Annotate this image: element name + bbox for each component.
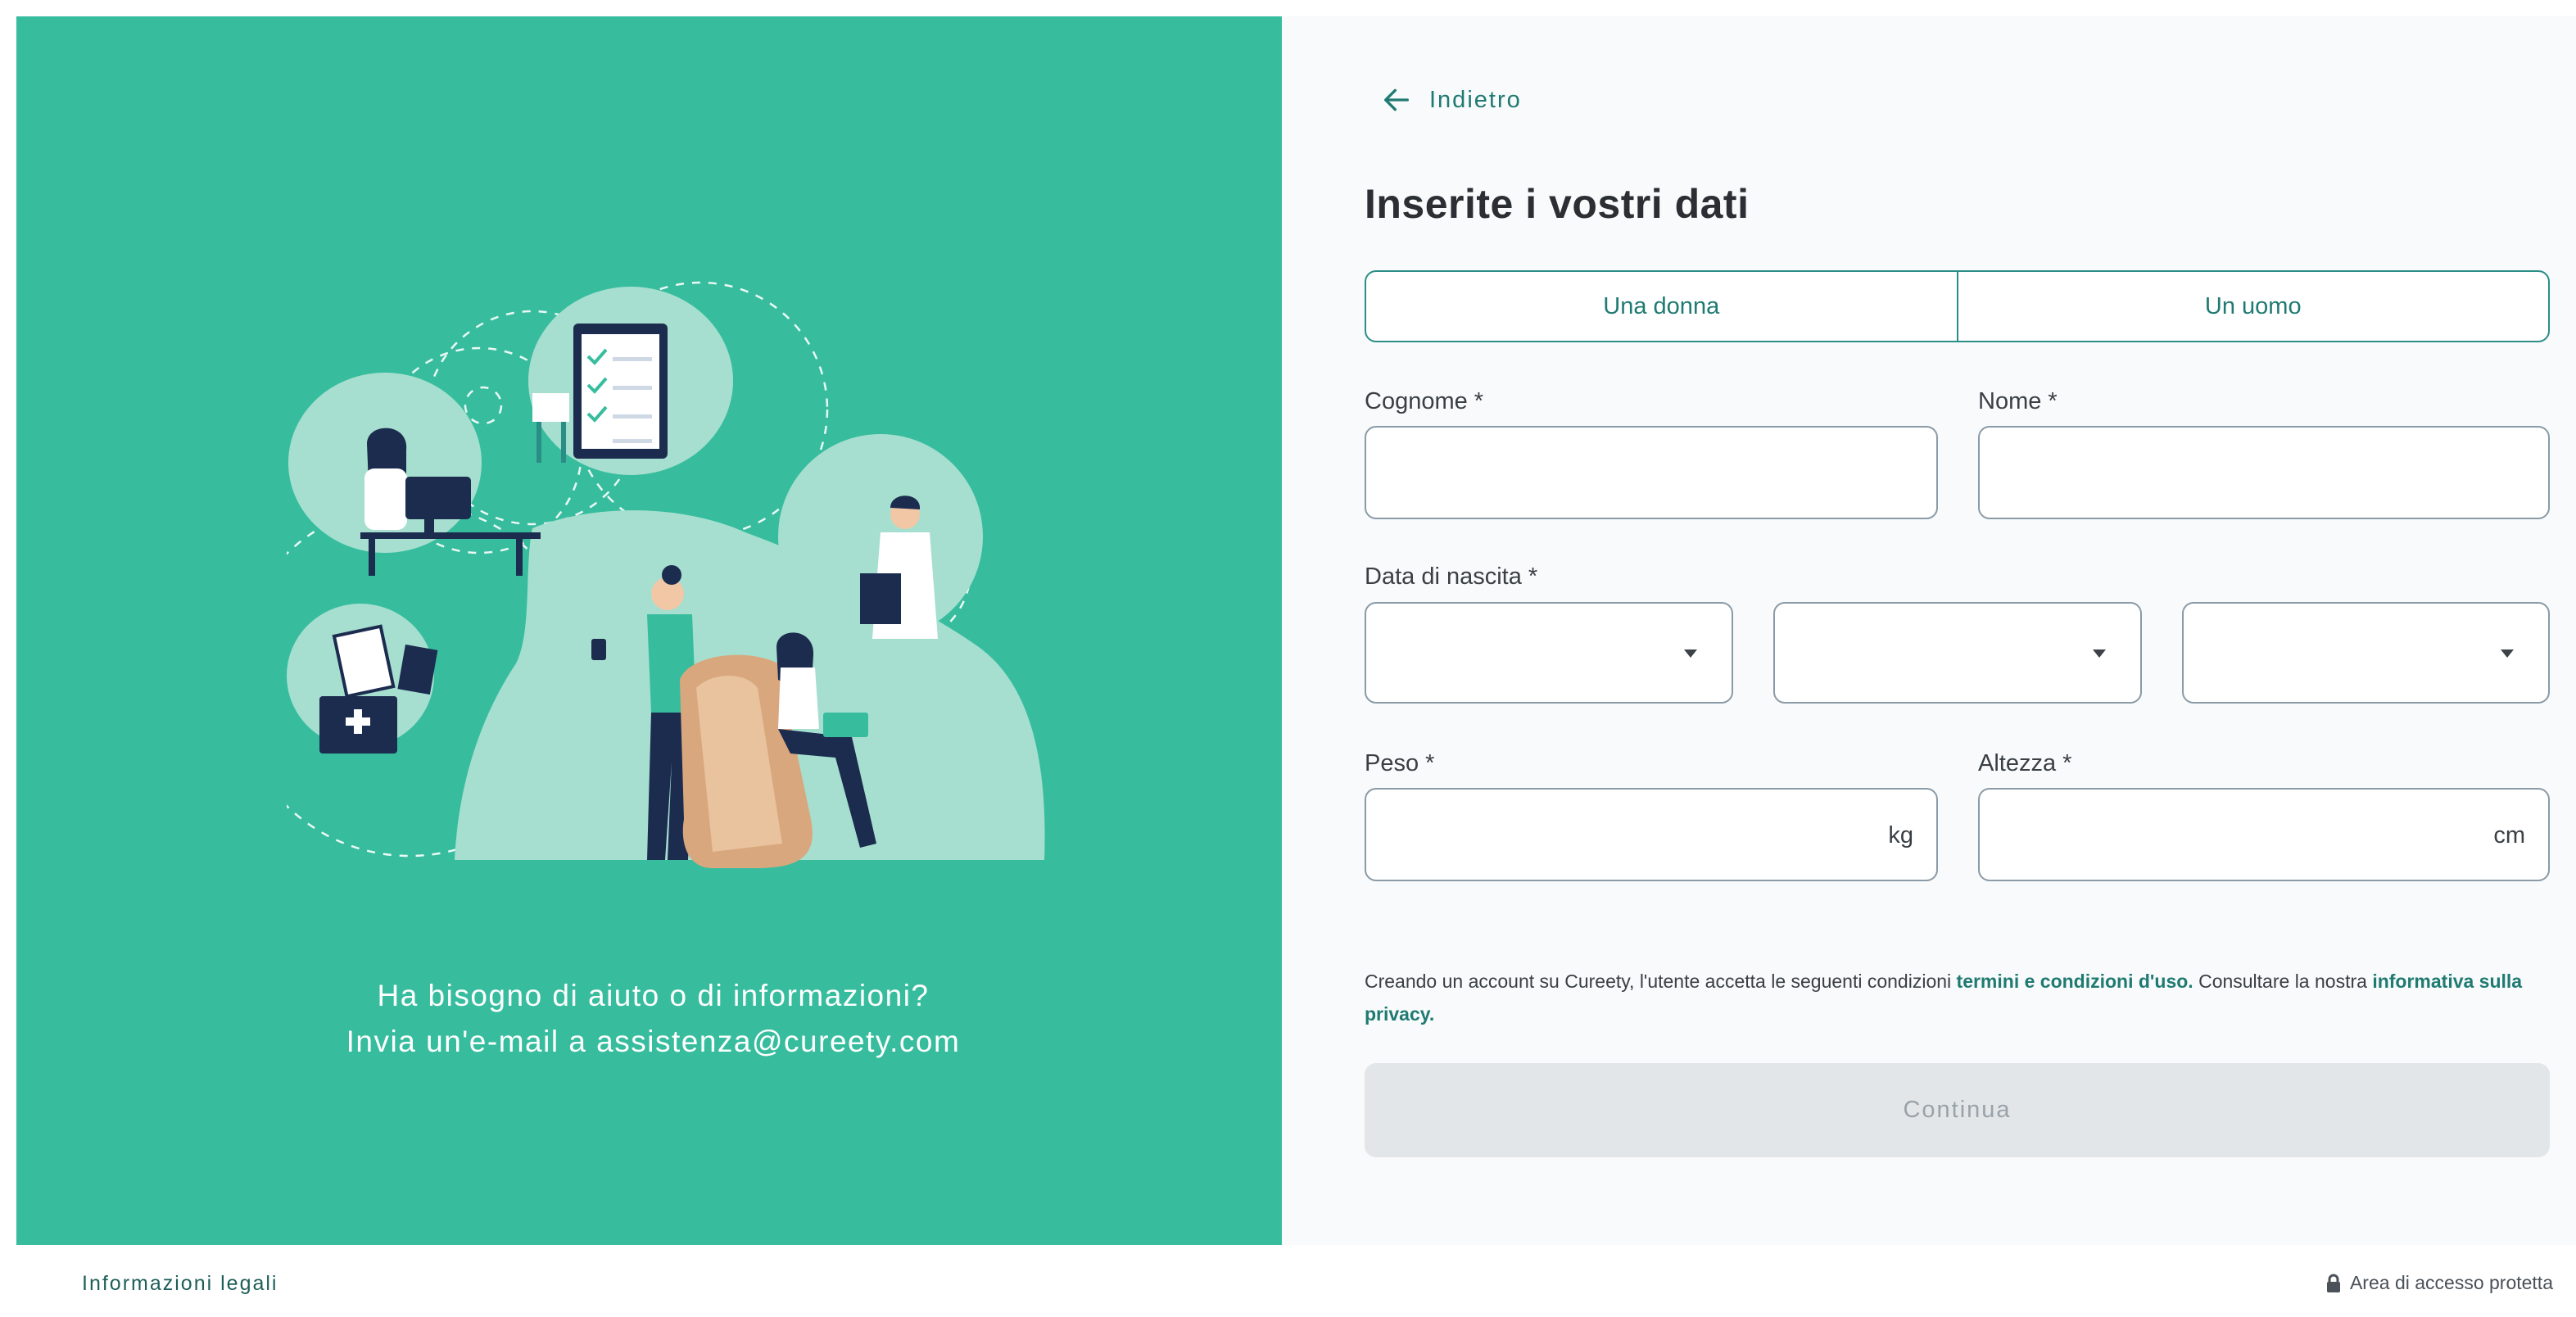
help-line-1: Ha bisogno di aiuto o di informazioni? (377, 979, 930, 1012)
terms-link[interactable]: termini e condizioni d'uso. (1957, 971, 2193, 992)
birth-day-select[interactable] (1365, 602, 1733, 704)
birthdate-label: Data di nascita * (1365, 563, 1538, 590)
terms-prefix: Creando un account su Cureety, l'utente … (1365, 971, 1957, 992)
weight-label: Peso * (1365, 750, 1435, 776)
gender-option-male[interactable]: Un uomo (1956, 272, 2549, 341)
legal-info-link[interactable]: Informazioni legali (82, 1272, 278, 1296)
birth-month-select[interactable] (1773, 602, 2142, 704)
chevron-down-icon (2501, 649, 2514, 658)
surname-label: Cognome * (1365, 388, 1484, 414)
birth-year-select[interactable] (2182, 602, 2550, 704)
healthcare-illustration (287, 281, 1045, 868)
arrow-left-icon (1384, 88, 1409, 111)
weight-unit: kg (1888, 822, 1913, 849)
height-label: Altezza * (1978, 750, 2072, 776)
surname-input[interactable] (1365, 426, 1938, 519)
gender-option-female[interactable]: Una donna (1366, 272, 1957, 341)
registration-panel: Indietro Inserite i vostri dati Una donn… (1282, 16, 2576, 1245)
lock-icon (2326, 1274, 2340, 1292)
chevron-down-icon (1684, 649, 1697, 658)
gender-toggle: Una donna Un uomo (1365, 270, 2550, 342)
secure-area-indicator: Area di accesso protetta (2325, 1272, 2553, 1294)
terms-middle: Consultare la nostra (2193, 971, 2373, 992)
height-input[interactable]: cm (1978, 788, 2550, 881)
name-input[interactable] (1978, 426, 2550, 519)
name-label: Nome * (1978, 388, 2058, 414)
back-link-label: Indietro (1429, 86, 1522, 113)
left-panel: Ha bisogno di aiuto o di informazioni? I… (16, 16, 1315, 1245)
secure-area-label: Area di accesso protetta (2349, 1272, 2553, 1293)
weight-input[interactable]: kg (1365, 788, 1938, 881)
help-text: Ha bisogno di aiuto o di informazioni? I… (16, 973, 1290, 1065)
continue-button[interactable]: Continua (1365, 1063, 2550, 1157)
chevron-down-icon (2093, 649, 2106, 658)
help-line-2: Invia un'e-mail a assistenza@cureety.com (346, 1025, 961, 1058)
form-title: Inserite i vostri dati (1365, 181, 1750, 227)
back-link[interactable]: Indietro (1380, 84, 1522, 116)
height-unit: cm (2493, 822, 2525, 849)
terms-text: Creando un account su Cureety, l'utente … (1365, 965, 2550, 1030)
